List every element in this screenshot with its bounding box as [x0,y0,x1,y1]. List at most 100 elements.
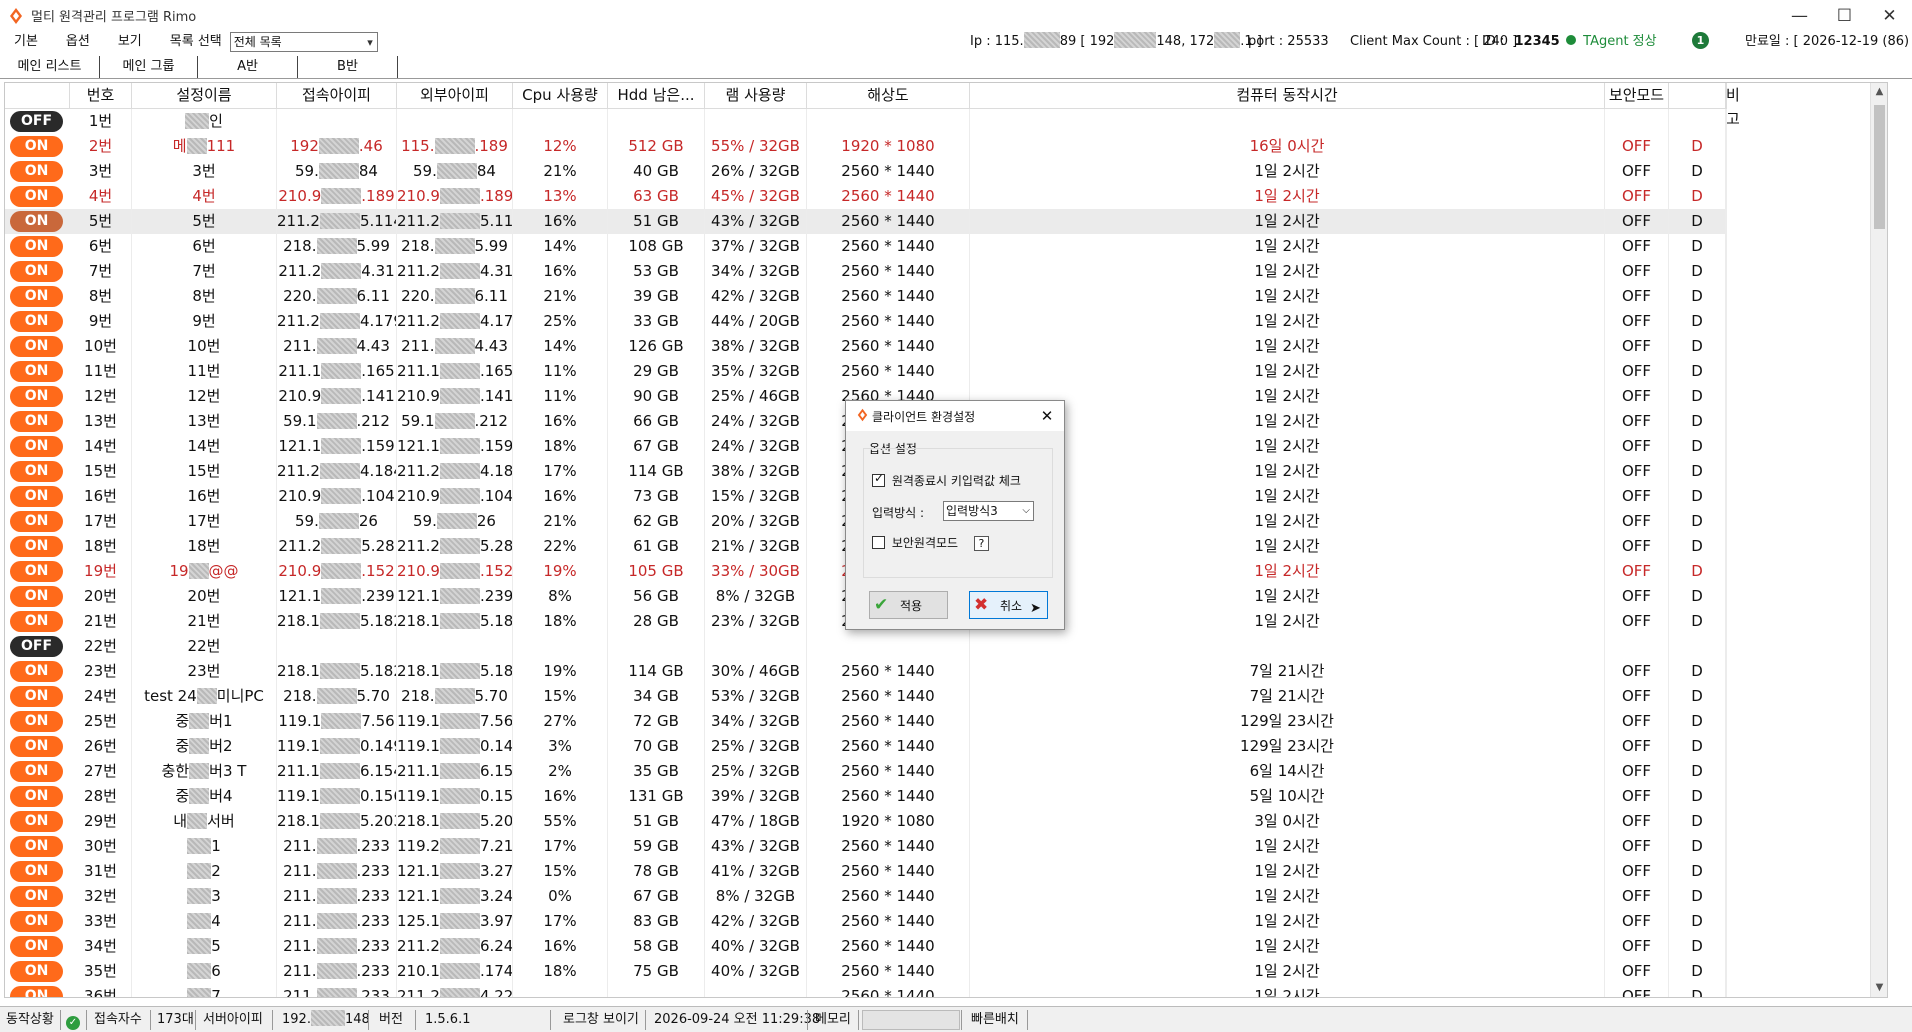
header-col-security[interactable]: 보안모드 [1605,83,1669,109]
power-toggle-button[interactable]: ON [10,736,63,757]
power-toggle-button[interactable]: ON [10,886,63,907]
power-toggle-button[interactable]: OFF [10,636,63,657]
scroll-thumb[interactable] [1874,105,1885,229]
power-toggle-button[interactable]: ON [10,911,63,932]
power-toggle-button[interactable]: ON [10,361,63,382]
table-row[interactable]: ON 8번 8번 220. 6.11 220. 6.11 21% 39 GB 42% / 32GB… [5,284,1727,309]
minimize-icon[interactable]: — [1777,0,1822,31]
secure-remote-row[interactable]: 보안원격모드 ? [872,534,989,551]
tab-class-b[interactable]: B반 [298,56,398,78]
cancel-button[interactable]: ✖ 취소 ➤ [969,591,1048,619]
power-toggle-button[interactable]: ON [10,811,63,832]
table-row[interactable]: ON 11번 11번 211.1.165 211.1.165 11% 29 GB 35% / … [5,359,1727,384]
header-col-external-ip[interactable]: 외부아이피 [397,83,513,109]
header-col-connect-ip[interactable]: 접속아이피 [277,83,397,109]
tab-class-a[interactable]: A반 [198,56,298,78]
power-toggle-button[interactable]: ON [10,986,63,997]
scroll-down-icon[interactable]: ▼ [1871,979,1887,997]
power-toggle-button[interactable]: ON [10,761,63,782]
header-col-d[interactable] [1669,83,1726,109]
header-col-uptime[interactable]: 컴퓨터 동작시간 [970,83,1605,109]
power-toggle-button[interactable]: ON [10,461,63,482]
quick-deploy-button[interactable]: 빠른배치 [967,1010,1023,1030]
menu-list-select[interactable]: 목록 선택 [156,31,228,53]
tab-main-group[interactable]: 메인 그룹 [100,56,198,78]
power-toggle-button[interactable]: ON [10,586,63,607]
header-col-note[interactable]: 비고 [1726,83,1740,128]
table-row[interactable]: ON 36번7211..233211.24.221 2560 * 14401일 2시… [5,984,1727,997]
power-toggle-button[interactable]: ON [10,161,63,182]
power-toggle-button[interactable]: ON [10,436,63,457]
table-row[interactable]: ON5번5번211.25.114211.25.11416%51 GB43% / … [5,209,1727,234]
secure-remote-checkbox[interactable] [872,536,885,549]
power-toggle-button[interactable]: ON [10,786,63,807]
table-row[interactable]: ON 3번 3번 59. 84 59. 84 21% 40 GB 26% / 32GB 2560 *… [5,159,1727,184]
power-toggle-button[interactable]: ON [10,536,63,557]
header-col-state[interactable] [5,83,70,109]
table-row[interactable]: ON28번중버4119.10.156119.10.15616%131 GB39%… [5,784,1727,809]
power-toggle-button[interactable]: ON [10,686,63,707]
notification-badge[interactable]: 1 [1692,31,1709,53]
menu-view[interactable]: 보기 [104,31,156,53]
remote-key-checkbox[interactable] [872,471,885,487]
power-toggle-button[interactable]: ON [10,236,63,257]
power-toggle-button[interactable]: ON [10,961,63,982]
header-col-hdd[interactable]: Hdd 남은... [608,83,705,109]
header-col-name[interactable]: 설정이름 [132,83,277,109]
power-toggle-button[interactable]: ON [10,311,63,332]
scroll-up-icon[interactable]: ▲ [1871,83,1887,101]
header-col-resolution[interactable]: 해상도 [807,83,970,109]
power-toggle-button[interactable]: ON [10,561,63,582]
table-row[interactable]: ON 35번 6 211. .233 210.1.174 18% 75 GB 40% / 32G… [5,959,1727,984]
list-select-dropdown[interactable]: 전체 목록 ▾ [229,32,378,52]
power-toggle-button[interactable]: ON [10,186,63,207]
power-toggle-button[interactable]: ON [10,136,63,157]
power-toggle-button[interactable]: ON [10,411,63,432]
show-log-button[interactable]: 로그창 보이기 [559,1010,643,1030]
power-toggle-button[interactable]: ON [10,661,63,682]
power-toggle-button[interactable]: ON [10,611,63,632]
power-toggle-button[interactable]: ON [10,336,63,357]
table-row[interactable]: ON 4번 4번 210.9.189 210.9.189 13% 63 GB 45% / 32… [5,184,1727,209]
table-row[interactable]: ON 33번 4 211. .233 125.1 3.97 17% 83 GB 42% / 32G… [5,909,1727,934]
power-toggle-button[interactable]: ON [10,286,63,307]
header-col-cpu[interactable]: Cpu 사용량 [513,83,608,109]
help-button[interactable]: ? [973,536,989,551]
menu-basic[interactable]: 기본 [0,31,52,53]
power-toggle-button[interactable]: ON [10,711,63,732]
maximize-icon[interactable]: ☐ [1822,0,1867,31]
table-row[interactable]: ON23번23번218.15.182218.15.18219%114 GB30%… [5,659,1727,684]
table-row[interactable]: ON26번중버2119.10.149119.10.1493%70 GB25% /… [5,734,1727,759]
power-toggle-button[interactable]: OFF [10,111,63,132]
remote-key-check-row[interactable]: 원격종료시 키입력값 체크 [872,471,1021,489]
table-row[interactable]: ON27번충한버3 T211.16.154211.16.1542%35 GB25… [5,759,1727,784]
table-row[interactable]: ON9번9번211.24.179211.24.17925%33 GB44% / … [5,309,1727,334]
table-row[interactable]: ON 25번 중 버1 119.1 7.56 119.1 7.56 27% 72 GB 34% / … [5,709,1727,734]
power-toggle-button[interactable]: ON [10,486,63,507]
close-icon[interactable]: ✕ [1867,0,1912,31]
table-row[interactable]: ON 34번5211..233211.26.24516%58 GB40% / 32… [5,934,1727,959]
table-row[interactable]: OFF 22번 22번 [5,634,1727,659]
table-row[interactable]: ON 30번1211..233119.27.21717%59 GB43% / 32… [5,834,1727,859]
table-row[interactable]: ON 2번 메 111 192.46 115. .189 12% 512 GB 55% / 32G… [5,134,1727,159]
power-toggle-button[interactable]: ON [10,936,63,957]
power-toggle-button[interactable]: ON [10,511,63,532]
table-row[interactable]: ON 10번 10번 211. 4.43 211. 4.43 14% 126 GB 38% / 3… [5,334,1727,359]
dialog-close-icon[interactable]: ✕ [1034,401,1060,431]
menu-options[interactable]: 옵션 [52,31,104,53]
power-toggle-button[interactable]: ON [10,861,63,882]
vertical-scrollbar[interactable]: ▲ ▼ [1870,83,1887,997]
apply-button[interactable]: ✔ 적용 [869,591,948,619]
power-toggle-button[interactable]: ON [10,836,63,857]
table-row[interactable]: ON 6번 6번 218. 5.99 218. 5.99 14% 108 GB 37% / 32G… [5,234,1727,259]
table-row[interactable]: OFF 1번 인 [5,109,1727,134]
tab-main-list[interactable]: 메인 리스트 [0,56,100,78]
table-row[interactable]: ON29번내서버218.15.203218.15.20355%51 GB47% … [5,809,1727,834]
table-row[interactable]: ON 32번3211..233121.13.2400%67 GB8% / 32GB… [5,884,1727,909]
header-col-number[interactable]: 번호 [70,83,132,109]
table-row[interactable]: ON 31번 2 211. .233 121.1 3.27 15% 78 GB 41% / 32G… [5,859,1727,884]
input-method-select[interactable]: 입력방식3 ⌵ [943,501,1034,521]
table-row[interactable]: ON 7번 7번 211.2 4.31 211.2 4.31 16% 53 GB 34% / 32… [5,259,1727,284]
table-row[interactable]: ON 24번 test 24 미니PC 218. 5.70 218. 5.70 15% 34 GB… [5,684,1727,709]
power-toggle-button[interactable]: ON [10,386,63,407]
